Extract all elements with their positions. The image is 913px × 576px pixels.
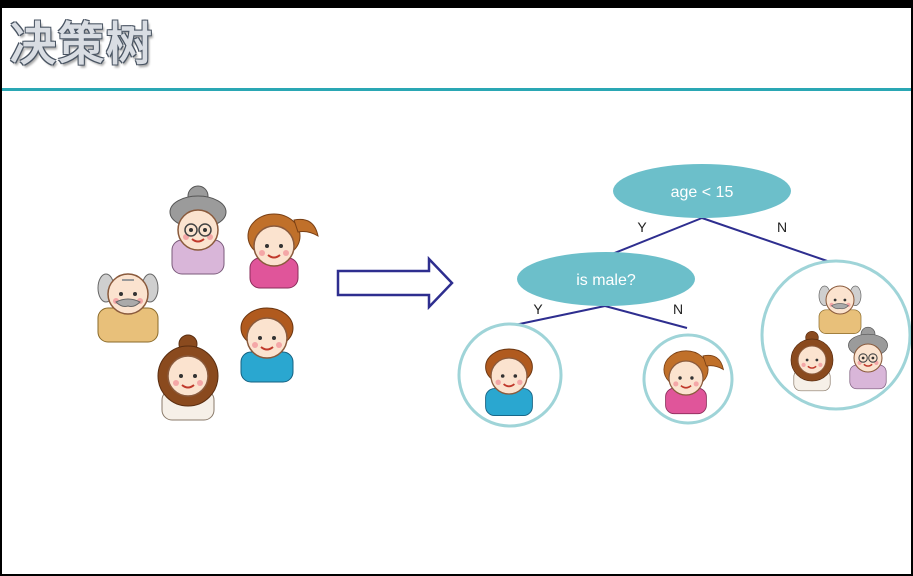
child-yes-label: Y bbox=[533, 301, 543, 317]
grandfather-figure bbox=[97, 273, 159, 343]
root-no-label: N bbox=[777, 219, 787, 235]
girl-figure bbox=[247, 213, 319, 289]
woman-figure bbox=[157, 334, 219, 421]
child-no-label: N bbox=[673, 301, 683, 317]
leaf-boy-figure bbox=[485, 348, 533, 417]
boy-figure bbox=[240, 307, 294, 383]
root-node-label: age < 15 bbox=[671, 184, 734, 201]
leaf-grandfather-figure bbox=[818, 285, 862, 334]
child-node-label: is male? bbox=[576, 272, 636, 289]
edge-root-yes bbox=[606, 217, 703, 257]
edge-child-yes bbox=[509, 305, 606, 327]
grandmother-figure bbox=[169, 185, 227, 275]
root-yes-label: Y bbox=[637, 219, 647, 235]
slide: 决策树 age < 15 Y N is male? Y N bbox=[2, 8, 911, 574]
diagram-canvas: age < 15 Y N is male? Y N bbox=[97, 164, 911, 428]
leaf-no bbox=[760, 259, 911, 411]
edge-root-no bbox=[701, 217, 837, 265]
transform-arrow bbox=[336, 255, 454, 311]
